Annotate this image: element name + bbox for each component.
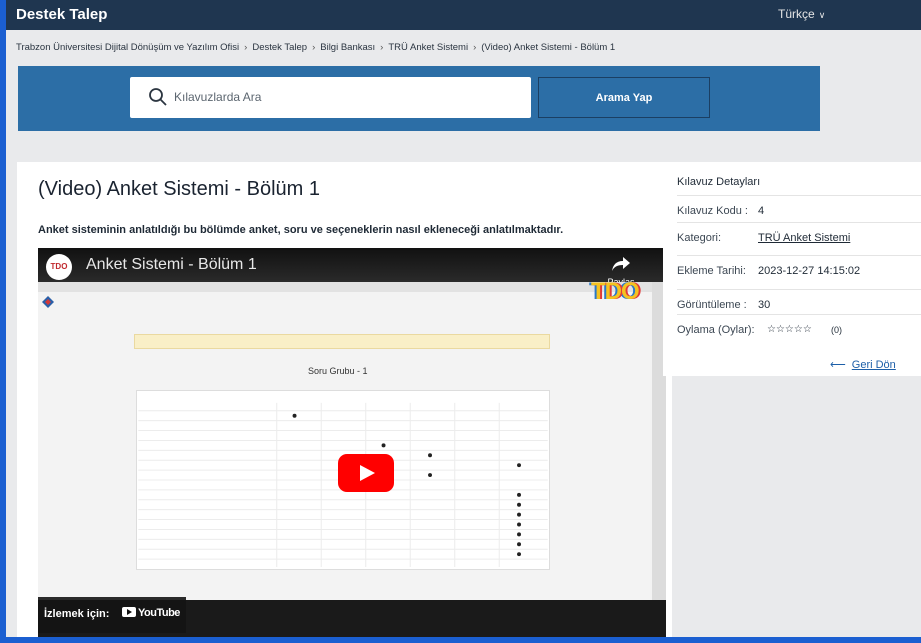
top-bar: Destek Talep Türkçe ∨ (6, 0, 921, 30)
share-icon (612, 257, 630, 271)
detail-row-category: Kategori: TRÜ Anket Sistemi (677, 222, 921, 256)
search-input[interactable] (174, 87, 514, 107)
university-logo-icon (42, 296, 54, 308)
back-link[interactable]: ⟵ Geri Dön (830, 358, 896, 371)
code-label: Kılavuz Kodu : (677, 205, 748, 217)
breadcrumb-item-knowledge-base[interactable]: Bilgi Bankası (320, 42, 375, 53)
video-url-bar (38, 282, 652, 292)
details-title: Kılavuz Detayları (677, 176, 761, 188)
breadcrumb-separator: › (380, 42, 384, 53)
video-screen-heading: Soru Grubu - 1 (308, 366, 368, 376)
detail-row-rating: Oylama (Oylar): ☆☆☆☆☆ (0) (677, 314, 921, 348)
star-rating[interactable]: ☆☆☆☆☆ (767, 324, 812, 335)
code-value: 4 (758, 205, 765, 217)
category-label: Kategori: (677, 232, 722, 244)
chevron-down-icon: ∨ (818, 10, 826, 20)
arrow-left-icon: ⟵ (830, 359, 846, 371)
views-label: Görüntüleme : (677, 299, 747, 311)
play-button[interactable] (338, 454, 394, 492)
rating-label: Oylama (Oylar): (677, 324, 755, 336)
breadcrumb: Trabzon Üniversitesi Dijital Dönüşüm ve … (16, 42, 615, 53)
browser-viewport: Destek Talep Türkçe ∨ Trabzon Üniversites… (6, 0, 921, 637)
breadcrumb-separator: › (244, 42, 248, 53)
breadcrumb-item-survey-system[interactable]: TRÜ Anket Sistemi (388, 42, 468, 53)
date-label: Ekleme Tarihi: (677, 265, 746, 277)
back-label: Geri Dön (851, 359, 896, 371)
breadcrumb-item-office[interactable]: Trabzon Üniversitesi Dijital Dönüşüm ve … (16, 42, 239, 53)
article-title: (Video) Anket Sistemi - Bölüm 1 (38, 178, 320, 200)
video-corner-logo: TDO (591, 278, 640, 305)
youtube-logo: YouTube (122, 607, 180, 619)
search-button[interactable]: Arama Yap (538, 77, 710, 118)
video-title[interactable]: Anket Sistemi - Bölüm 1 (86, 256, 257, 274)
watch-label: İzlemek için: (44, 608, 110, 620)
article-description: Anket sisteminin anlatıldığı bu bölümde … (38, 224, 564, 236)
search-box[interactable] (130, 77, 531, 118)
date-value: 2023-12-27 14:15:02 (758, 265, 861, 277)
video-header: TDO Anket Sistemi - Bölüm 1 Paylaş (38, 248, 666, 287)
search-band: Arama Yap (18, 66, 820, 131)
video-player[interactable]: TDO Anket Sistemi - Bölüm 1 Paylaş (38, 248, 666, 637)
video-site-logo (42, 296, 58, 308)
views-value: 30 (758, 299, 771, 311)
language-selector[interactable]: Türkçe ∨ (778, 7, 825, 21)
rating-count: (0) (831, 325, 842, 335)
youtube-label: YouTube (138, 607, 180, 619)
detail-row-date: Ekleme Tarihi: 2023-12-27 14:15:02 (677, 255, 921, 289)
channel-logo[interactable]: TDO (46, 254, 72, 280)
breadcrumb-separator: › (312, 42, 316, 53)
watch-on-youtube-button[interactable]: İzlemek için: YouTube (38, 597, 186, 633)
search-icon (149, 88, 167, 106)
guide-details-panel: Kılavuz Detayları Kılavuz Kodu : 4 Kateg… (663, 162, 921, 376)
youtube-play-icon (122, 607, 136, 617)
video-frame: Soru Grubu - 1 (38, 282, 652, 600)
category-link[interactable]: TRÜ Anket Sistemi (758, 232, 850, 244)
breadcrumb-item-support[interactable]: Destek Talep (252, 42, 307, 53)
breadcrumb-separator: › (473, 42, 477, 53)
article-card: (Video) Anket Sistemi - Bölüm 1 Anket si… (17, 162, 672, 637)
language-label: Türkçe (778, 7, 815, 21)
breadcrumb-item-current: (Video) Anket Sistemi - Bölüm 1 (481, 42, 616, 53)
video-warning-banner (134, 334, 550, 349)
brand-title[interactable]: Destek Talep (16, 6, 107, 23)
